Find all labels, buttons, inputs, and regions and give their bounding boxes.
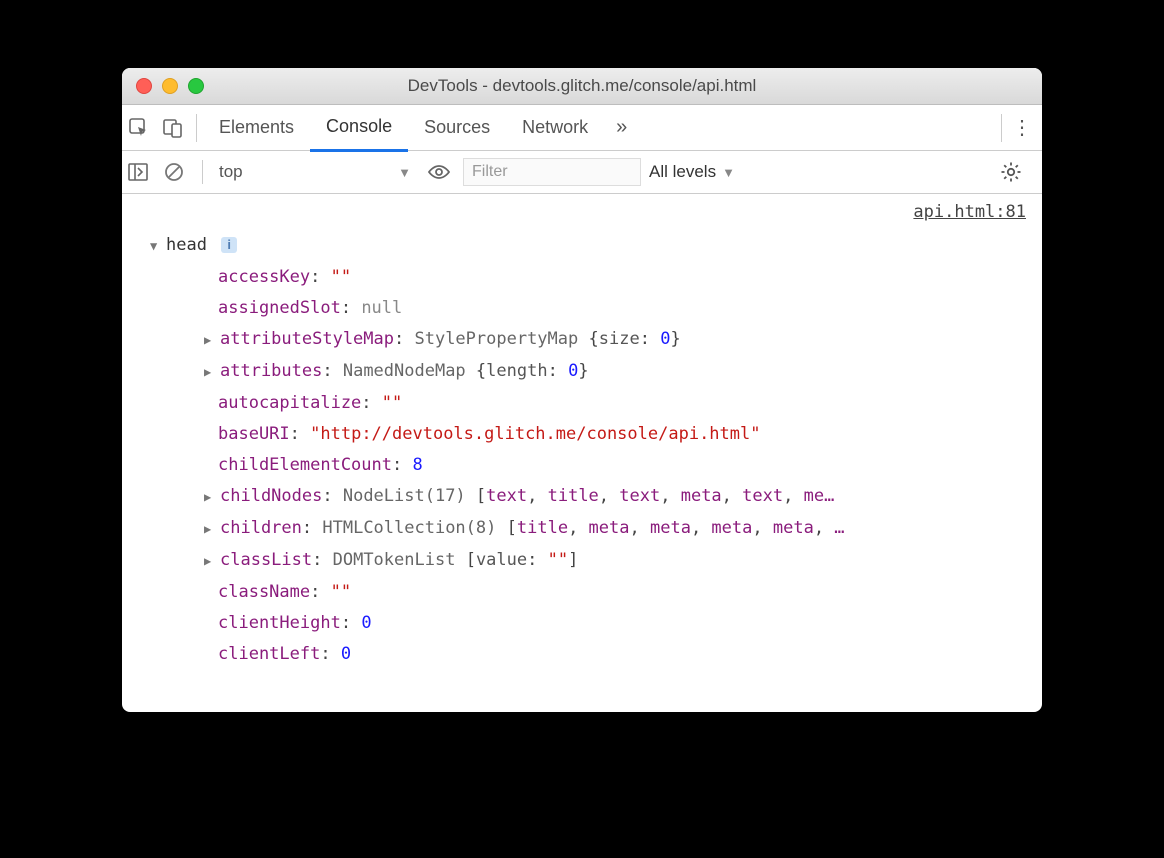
window-titlebar: DevTools - devtools.glitch.me/console/ap…: [122, 68, 1042, 105]
property-row[interactable]: attributeStyleMap: StylePropertyMap {siz…: [150, 324, 1042, 356]
minimize-window-button[interactable]: [162, 78, 178, 94]
list-item: meta: [773, 518, 814, 538]
tab-network[interactable]: Network: [506, 105, 604, 150]
property-value: 0: [341, 644, 351, 664]
object-tree: head i accessKey: ""assignedSlot: nullat…: [122, 202, 1042, 670]
list-item: text: [486, 486, 527, 506]
property-row: assignedSlot: null: [150, 293, 1042, 324]
property-value: 8: [412, 455, 422, 475]
list-item: meta: [589, 518, 630, 538]
info-icon[interactable]: i: [221, 237, 237, 253]
object-name: head: [166, 235, 207, 255]
property-row[interactable]: attributes: NamedNodeMap {length: 0}: [150, 356, 1042, 388]
tabs-overflow-button[interactable]: »: [604, 116, 639, 139]
property-key: attributeStyleMap: [220, 329, 394, 349]
property-value: "": [382, 393, 402, 413]
list-item: text: [619, 486, 660, 506]
property-key: childNodes: [220, 486, 322, 506]
list-item: title: [548, 486, 599, 506]
list-item: me…: [804, 486, 835, 506]
device-toggle-icon[interactable]: [156, 117, 190, 139]
list-item: meta: [681, 486, 722, 506]
context-value: top: [219, 162, 243, 182]
inspect-element-icon[interactable]: [122, 117, 156, 139]
log-levels-select[interactable]: All levels ▼: [649, 162, 735, 182]
live-expression-icon[interactable]: [427, 163, 455, 181]
property-type: HTMLCollection(8): [322, 518, 496, 538]
expand-toggle-icon[interactable]: [204, 514, 218, 545]
property-row: autocapitalize: "": [150, 388, 1042, 419]
list-item: text: [742, 486, 783, 506]
property-row[interactable]: children: HTMLCollection(8) [title, meta…: [150, 513, 1042, 545]
clear-console-icon[interactable]: [164, 162, 192, 182]
property-row: className: "": [150, 577, 1042, 608]
devtools-tabbar: Elements Console Sources Network » ⋮: [122, 105, 1042, 151]
more-options-icon[interactable]: ⋮: [1001, 114, 1042, 142]
property-key: clientLeft: [218, 644, 320, 664]
property-key: baseURI: [218, 424, 290, 444]
property-key: childElementCount: [218, 455, 392, 475]
traffic-lights: [122, 78, 204, 94]
console-output: api.html:81 head i accessKey: ""assigned…: [122, 194, 1042, 712]
property-value: null: [361, 298, 402, 318]
dropdown-arrow-icon: ▼: [722, 165, 735, 180]
property-type: StylePropertyMap: [414, 329, 578, 349]
list-item: title: [517, 518, 568, 538]
levels-label: All levels: [649, 162, 716, 182]
property-row: accessKey: "": [150, 262, 1042, 293]
property-key: children: [220, 518, 302, 538]
property-row: baseURI: "http://devtools.glitch.me/cons…: [150, 419, 1042, 450]
divider: [202, 160, 203, 184]
list-item: meta: [650, 518, 691, 538]
property-row: clientHeight: 0: [150, 608, 1042, 639]
execution-context-select[interactable]: top ▼: [213, 162, 419, 182]
dropdown-arrow-icon: ▼: [398, 165, 411, 180]
console-filter-input[interactable]: Filter: [463, 158, 641, 186]
tab-sources[interactable]: Sources: [408, 105, 506, 150]
property-row[interactable]: classList: DOMTokenList [value: ""]: [150, 545, 1042, 577]
filter-placeholder: Filter: [472, 163, 508, 181]
property-key: className: [218, 582, 310, 602]
property-value: "http://devtools.glitch.me/console/api.h…: [310, 424, 760, 444]
tab-console[interactable]: Console: [310, 104, 408, 152]
expand-toggle-icon[interactable]: [204, 325, 218, 356]
property-row: clientLeft: 0: [150, 639, 1042, 670]
property-key: accessKey: [218, 267, 310, 287]
property-row: childElementCount: 8: [150, 450, 1042, 481]
property-key: autocapitalize: [218, 393, 361, 413]
property-value: "": [331, 582, 351, 602]
expand-toggle-icon[interactable]: [204, 357, 218, 388]
console-sidebar-toggle-icon[interactable]: [128, 163, 156, 181]
source-link[interactable]: api.html:81: [913, 202, 1026, 222]
object-root[interactable]: head i: [150, 230, 1042, 262]
property-key: classList: [220, 550, 312, 570]
object-properties: accessKey: ""assignedSlot: nullattribute…: [150, 262, 1042, 670]
close-window-button[interactable]: [136, 78, 152, 94]
list-item: meta: [711, 518, 752, 538]
list-item: …: [834, 518, 844, 538]
property-row[interactable]: childNodes: NodeList(17) [text, title, t…: [150, 481, 1042, 513]
maximize-window-button[interactable]: [188, 78, 204, 94]
tab-elements[interactable]: Elements: [203, 105, 310, 150]
expand-toggle-icon[interactable]: [150, 231, 164, 262]
property-key: attributes: [220, 361, 322, 381]
expand-toggle-icon[interactable]: [204, 546, 218, 577]
property-type: DOMTokenList: [333, 550, 456, 570]
console-settings-icon[interactable]: [1000, 161, 1036, 183]
property-type: NamedNodeMap: [343, 361, 466, 381]
property-value: 0: [361, 613, 371, 633]
property-type: NodeList(17): [343, 486, 466, 506]
window-title: DevTools - devtools.glitch.me/console/ap…: [122, 76, 1042, 96]
property-key: assignedSlot: [218, 298, 341, 318]
devtools-window: DevTools - devtools.glitch.me/console/ap…: [122, 68, 1042, 712]
property-value: "": [331, 267, 351, 287]
expand-toggle-icon[interactable]: [204, 482, 218, 513]
property-key: clientHeight: [218, 613, 341, 633]
console-toolbar: top ▼ Filter All levels ▼: [122, 151, 1042, 194]
divider: [196, 114, 197, 142]
